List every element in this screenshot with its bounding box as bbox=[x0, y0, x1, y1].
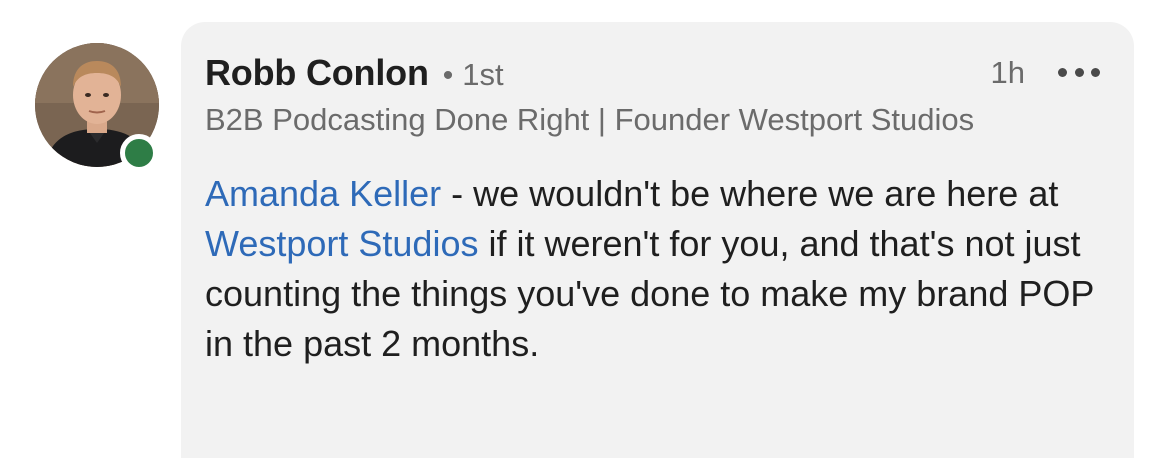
ellipsis-horizontal-icon bbox=[1074, 67, 1084, 77]
comment-bubble: Robb Conlon • 1st 1h B2B Podcasting Done… bbox=[181, 22, 1134, 458]
comment-body: Amanda Keller - we wouldn't be where we … bbox=[205, 169, 1105, 369]
connection-degree: 1st bbox=[462, 57, 504, 92]
ellipsis-horizontal-icon bbox=[1091, 67, 1100, 77]
separator-dot: • bbox=[442, 59, 454, 92]
more-options-button[interactable] bbox=[1058, 64, 1100, 80]
comment-text-segment: - we wouldn't be where we are here at bbox=[441, 173, 1059, 214]
mention-company-link[interactable]: Westport Studios bbox=[205, 223, 478, 264]
online-status-indicator bbox=[120, 134, 158, 172]
author-headline[interactable]: B2B Podcasting Done Right | Founder West… bbox=[205, 102, 1005, 138]
author-name[interactable]: Robb Conlon bbox=[205, 52, 429, 94]
ellipsis-horizontal-icon bbox=[1058, 67, 1067, 77]
mention-person-link[interactable]: Amanda Keller bbox=[205, 173, 441, 214]
author-avatar-wrapper[interactable] bbox=[35, 43, 159, 172]
comment-timestamp: 1h bbox=[990, 55, 1025, 90]
comment-row: Robb Conlon • 1st 1h B2B Podcasting Done… bbox=[0, 0, 1170, 458]
comment-header: Robb Conlon • 1st bbox=[205, 52, 504, 94]
